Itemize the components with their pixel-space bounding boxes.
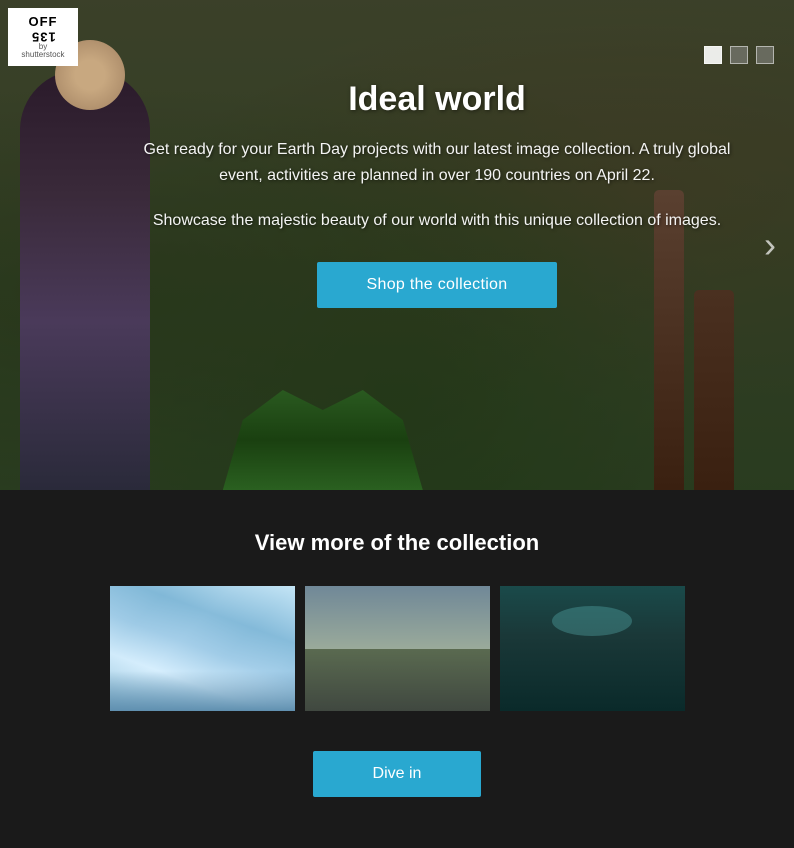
collection-title: View more of the collection — [20, 530, 774, 556]
pagination — [704, 46, 774, 64]
pagination-dot-3[interactable] — [756, 46, 774, 64]
bottom-section: View more of the collection Dive in — [0, 490, 794, 847]
grid-image-3[interactable] — [500, 586, 685, 711]
hero-description: Get ready for your Earth Day projects wi… — [140, 137, 734, 188]
pagination-dot-1[interactable] — [704, 46, 722, 64]
hero-title: Ideal world — [140, 80, 734, 119]
logo-text-top: OFF — [29, 15, 58, 29]
hero-section: OFF 135 by shutterstock › Ideal world Ge… — [0, 0, 794, 490]
grid-image-1[interactable] — [110, 586, 295, 711]
dive-in-button[interactable]: Dive in — [313, 751, 482, 797]
next-arrow[interactable]: › — [764, 224, 776, 266]
logo-text-bottom: 135 — [31, 29, 56, 43]
logo-brand: shutterstock — [21, 51, 64, 59]
logo: OFF 135 by shutterstock — [8, 8, 78, 66]
hero-content: Ideal world Get ready for your Earth Day… — [140, 80, 734, 308]
pagination-dot-2[interactable] — [730, 46, 748, 64]
shop-collection-button[interactable]: Shop the collection — [317, 262, 558, 308]
grid-image-2[interactable] — [305, 586, 490, 711]
image-grid — [20, 586, 774, 711]
hero-subtitle: Showcase the majestic beauty of our worl… — [140, 208, 734, 234]
